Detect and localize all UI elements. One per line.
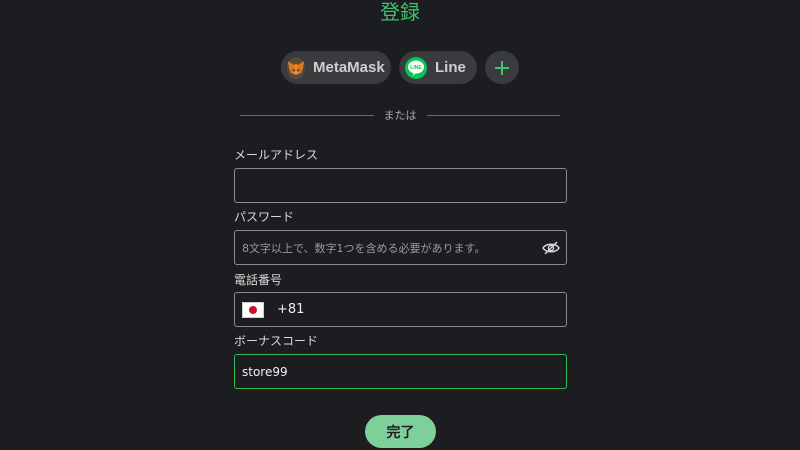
divider-line-left	[240, 114, 374, 116]
email-field[interactable]	[235, 169, 566, 202]
social-login-row: MetaMask LINE Line	[0, 51, 800, 84]
line-icon-text: LINE	[410, 65, 422, 71]
toggle-password-visibility-button[interactable]	[542, 240, 560, 256]
divider-text: または	[383, 109, 417, 122]
divider-line-right	[426, 114, 560, 116]
phone-field-wrapper: +81	[234, 292, 567, 327]
plus-icon	[495, 60, 509, 75]
eye-slash-icon	[542, 241, 560, 255]
bonus-code-field-wrapper	[234, 354, 567, 389]
line-button[interactable]: LINE Line	[399, 51, 477, 84]
dial-code: +81	[277, 302, 305, 317]
metamask-fox-icon	[287, 56, 305, 79]
bonus-code-label: ボーナスコード	[234, 334, 319, 348]
line-icon: LINE	[405, 56, 427, 79]
email-field-wrapper	[234, 168, 567, 203]
phone-field[interactable]	[304, 293, 566, 326]
metamask-label: MetaMask	[313, 59, 385, 76]
signup-page: 登録 MetaMask LINE Line または メールアドレス パスワード …	[0, 0, 800, 450]
metamask-button[interactable]: MetaMask	[281, 51, 391, 84]
flag-red-circle	[249, 305, 257, 314]
phone-label: 電話番号	[234, 273, 283, 287]
password-label: パスワード	[234, 210, 295, 224]
line-label: Line	[435, 59, 466, 76]
password-field-wrapper	[234, 230, 567, 265]
page-title: 登録	[380, 0, 420, 24]
or-divider: または	[240, 107, 560, 123]
password-field[interactable]	[235, 231, 566, 264]
email-label: メールアドレス	[234, 148, 319, 162]
submit-button[interactable]: 完了	[365, 415, 436, 448]
bonus-code-field[interactable]	[235, 355, 566, 388]
japan-flag-icon[interactable]	[242, 301, 264, 318]
more-login-options-button[interactable]	[485, 51, 519, 84]
